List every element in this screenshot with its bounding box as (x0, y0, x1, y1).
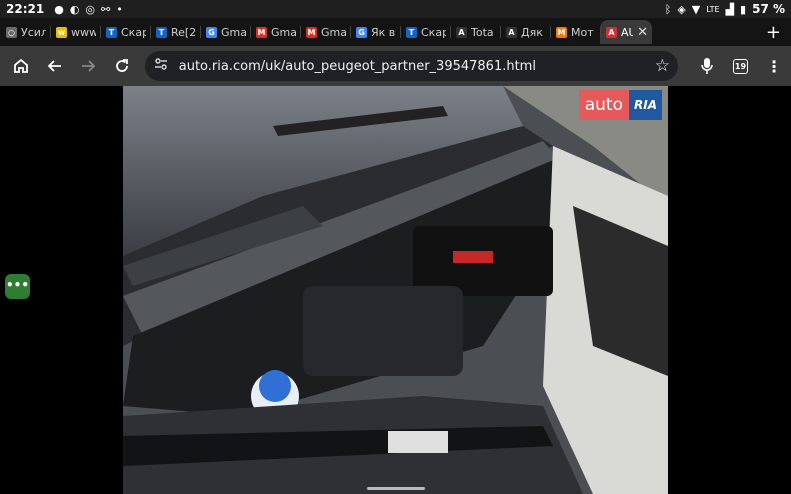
tab-label: Скар (421, 25, 446, 39)
battery-level: 57 % (752, 2, 785, 16)
wifi-icon: ▼ (691, 2, 701, 16)
network-type: LTE (706, 4, 720, 14)
browser-tab[interactable]: M Gma (300, 20, 350, 44)
autoria-watermark: auto RIA (578, 90, 662, 120)
clock: 22:21 (6, 2, 45, 16)
more-vert-icon: ⋮ (766, 56, 783, 76)
reload-icon (116, 59, 128, 72)
home-icon (13, 58, 28, 73)
browser-tab[interactable]: A Tota (450, 20, 500, 44)
t-logo-icon: T (406, 26, 417, 38)
system-icons: ᛒ ◈ ▼ LTE ▟ ▮ 57 % (665, 2, 785, 16)
tab-label: Gma (221, 25, 246, 39)
floating-chat-bubble[interactable]: ••• (5, 274, 30, 299)
google-icon: G (356, 26, 367, 38)
google-icon: G (206, 26, 217, 38)
status-bar: 22:21 ● ◐ ◎ ⚯ • ᛒ ◈ ▼ LTE ▟ ▮ 57 % (0, 0, 791, 18)
ao-logo-icon: A (506, 26, 517, 38)
voice-search-button[interactable] (690, 49, 724, 83)
url-text[interactable]: auto.ria.com/uk/auto_peugeot_partner_395… (179, 59, 655, 74)
browser-tab[interactable]: T Скар (400, 20, 450, 44)
browser-tab[interactable]: w www (50, 20, 100, 44)
tab-label: Як в (371, 25, 396, 39)
ao-logo-icon: A (456, 26, 467, 38)
t-logo-icon: T (156, 26, 167, 38)
message-icon: ● (54, 2, 64, 16)
tab-label: Re[2 (171, 25, 196, 39)
page-content: auto RIA ••• (0, 86, 791, 494)
close-tab-icon[interactable]: ✕ (637, 25, 648, 40)
browser-tab[interactable]: ○ Усиле (0, 20, 50, 44)
address-bar[interactable]: auto.ria.com/uk/auto_peugeot_partner_395… (144, 51, 678, 81)
site-settings-icon[interactable] (153, 56, 169, 76)
car-engine-photo[interactable]: auto RIA (123, 86, 668, 494)
reload-button[interactable] (105, 49, 139, 83)
bluetooth-icon: ᛒ (664, 2, 672, 16)
tab-label: Усиле (21, 25, 46, 39)
tab-count: 19 (732, 58, 748, 74)
moto-logo-icon: M (556, 26, 567, 38)
browser-tab[interactable]: A AU ✕ (600, 20, 652, 44)
tab-switcher-button[interactable]: 19 (724, 49, 758, 83)
notification-icons: ● ◐ ◎ ⚯ • (54, 3, 123, 16)
browser-tab[interactable]: G Як в (350, 20, 400, 44)
forward-button[interactable] (71, 49, 105, 83)
watermark-auto-text: auto (578, 90, 629, 120)
back-arrow-icon (47, 60, 61, 72)
forward-arrow-icon (82, 60, 96, 72)
nfc-icon: ◈ (677, 2, 686, 16)
menu-button[interactable]: ⋮ (757, 49, 791, 83)
tab-label: Gma (271, 25, 296, 39)
usb-icon: ⚯ (101, 2, 111, 16)
gesture-home-bar[interactable] (367, 487, 425, 490)
gmail-icon: M (256, 26, 267, 38)
browser-tab[interactable]: T Re[2 (150, 20, 200, 44)
browser-tab[interactable]: G Gma (200, 20, 250, 44)
tab-label: Мот (571, 25, 594, 39)
watermark-ria-text: RIA (629, 90, 662, 120)
browser-tab[interactable]: A Дяк (500, 20, 550, 44)
bookmark-star-icon[interactable]: ☆ (655, 56, 670, 76)
tab-label: Gma (321, 25, 346, 39)
tab-label: www (71, 25, 96, 39)
browser-tab[interactable]: T Скар (100, 20, 150, 44)
tab-label: Дяк (521, 25, 543, 39)
new-tab-button[interactable]: + (766, 22, 781, 43)
back-button[interactable] (38, 49, 72, 83)
whatsapp-icon: ◎ (85, 2, 96, 16)
t-logo-icon: T (106, 26, 117, 38)
home-button[interactable] (4, 49, 38, 83)
battery-icon: ▮ (740, 2, 747, 16)
gmail-icon: M (306, 26, 317, 38)
circle-icon: ○ (6, 26, 17, 38)
www-logo-icon: w (56, 26, 67, 38)
browser-toolbar: auto.ria.com/uk/auto_peugeot_partner_395… (0, 46, 791, 86)
chat-icon: ◐ (69, 2, 80, 16)
microphone-icon (701, 58, 713, 74)
engine-bay-image (123, 86, 668, 494)
autoria-logo-icon: A (606, 26, 617, 38)
browser-tab[interactable]: M Мот (550, 20, 600, 44)
tab-label: AU (621, 25, 634, 39)
tab-label: Скар (121, 25, 146, 39)
tab-label: Tota (471, 25, 494, 39)
browser-tab[interactable]: M Gma (250, 20, 300, 44)
signal-icon: ▟ (725, 2, 735, 16)
dot-icon: • (116, 2, 123, 16)
tab-strip: ○УсилеwwwwTСкарTRe[2GGmaMGmaMGmaGЯк вTСк… (0, 18, 791, 46)
